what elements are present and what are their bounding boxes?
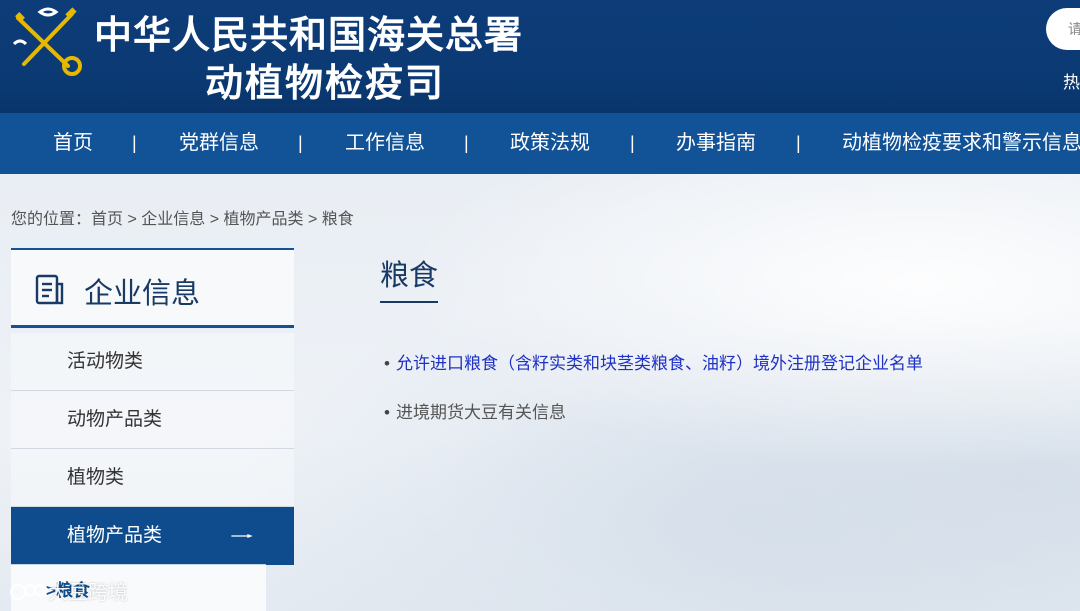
sidebar-item-plant-products[interactable]: 植物产品类: [11, 507, 294, 565]
watermark-text: 大豆跨境: [48, 582, 128, 604]
sidebar: 企业信息 活动物类 动物产品类 植物类 植物产品类 >粮食: [11, 248, 294, 611]
watermark-logo-icon: [10, 584, 46, 600]
sidebar-item-label: 活动物类: [67, 351, 144, 372]
sidebar-title-divider: [11, 325, 294, 328]
nav-item-party[interactable]: 党群信息: [179, 113, 259, 174]
document-icon: [35, 274, 64, 305]
nav-separator: |: [132, 133, 137, 153]
breadcrumb-grain: 粮食: [321, 211, 354, 228]
breadcrumb: 您的位置：首页 > 企业信息 > 植物产品类 > 粮食: [11, 205, 354, 229]
breadcrumb-separator: >: [123, 211, 142, 228]
page-title: 粮食: [380, 260, 439, 292]
nav-separator: |: [630, 133, 635, 153]
watermark: 大豆跨境: [10, 576, 128, 605]
arrow-right-icon: [231, 534, 253, 538]
sidebar-title: 企业信息: [84, 278, 201, 310]
sidebar-item-live-animals[interactable]: 活动物类: [11, 333, 294, 391]
list-item-soybean-futures[interactable]: • 进境期货大豆有关信息: [384, 398, 566, 423]
list-item-text: 进境期货大豆有关信息: [395, 403, 566, 422]
sidebar-item-label: 动物产品类: [67, 409, 163, 430]
main-nav: 首页 | 党群信息 | 工作信息 | 政策法规 | 办事指南 | 动植物检疫要求…: [0, 113, 1080, 174]
nav-separator: |: [796, 133, 801, 153]
nav-item-policy[interactable]: 政策法规: [510, 113, 590, 174]
breadcrumb-plant-products[interactable]: 植物产品类: [224, 211, 304, 228]
sidebar-item-animal-products[interactable]: 动物产品类: [11, 391, 294, 449]
breadcrumb-home[interactable]: 首页: [91, 211, 123, 228]
sidebar-item-label: 植物类: [67, 467, 125, 488]
bullet-icon: •: [384, 403, 390, 422]
bullet-icon: •: [384, 354, 390, 373]
list-item-text: 允许进口粮食（含籽实类和块茎类粮食、油籽）境外注册登记企业名单: [395, 354, 923, 373]
department-title: 动植物检疫司: [205, 60, 446, 105]
nav-separator: |: [464, 133, 469, 153]
site-title: 中华人民共和国海关总署: [94, 12, 524, 57]
nav-item-guide[interactable]: 办事指南: [676, 113, 756, 174]
search-input[interactable]: 请: [1046, 8, 1080, 50]
sidebar-item-label: 植物产品类: [67, 525, 163, 546]
hot-search-label: 热: [1063, 73, 1080, 92]
breadcrumb-separator: >: [303, 211, 322, 228]
nav-separator: |: [298, 133, 303, 153]
breadcrumb-prefix: 您的位置：: [11, 211, 92, 228]
sidebar-item-plants[interactable]: 植物类: [11, 449, 294, 507]
nav-item-home[interactable]: 首页: [53, 113, 93, 174]
breadcrumb-separator: >: [205, 211, 224, 228]
page-title-underline: [380, 301, 438, 303]
sidebar-header: 企业信息: [11, 250, 294, 325]
list-item-registered-enterprises[interactable]: • 允许进口粮食（含籽实类和块茎类粮食、油籽）境外注册登记企业名单: [384, 349, 923, 374]
customs-emblem-icon: [12, 7, 82, 76]
breadcrumb-enterprise[interactable]: 企业信息: [141, 211, 205, 228]
site-header: 中华人民共和国海关总署 动植物检疫司 请 热: [0, 0, 1080, 113]
nav-item-work[interactable]: 工作信息: [345, 113, 425, 174]
nav-item-quarantine[interactable]: 动植物检疫要求和警示信息: [842, 113, 1080, 174]
